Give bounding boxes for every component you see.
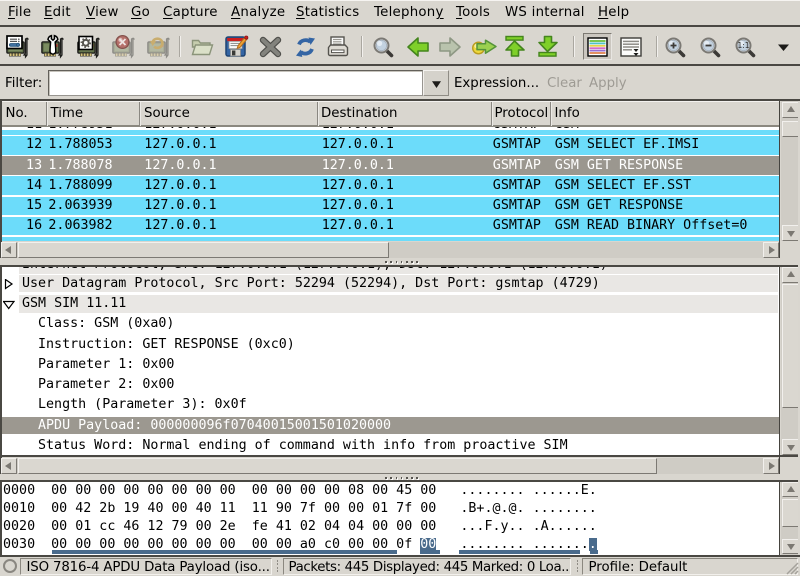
svg-text:1:1: 1:1 [737,41,749,50]
